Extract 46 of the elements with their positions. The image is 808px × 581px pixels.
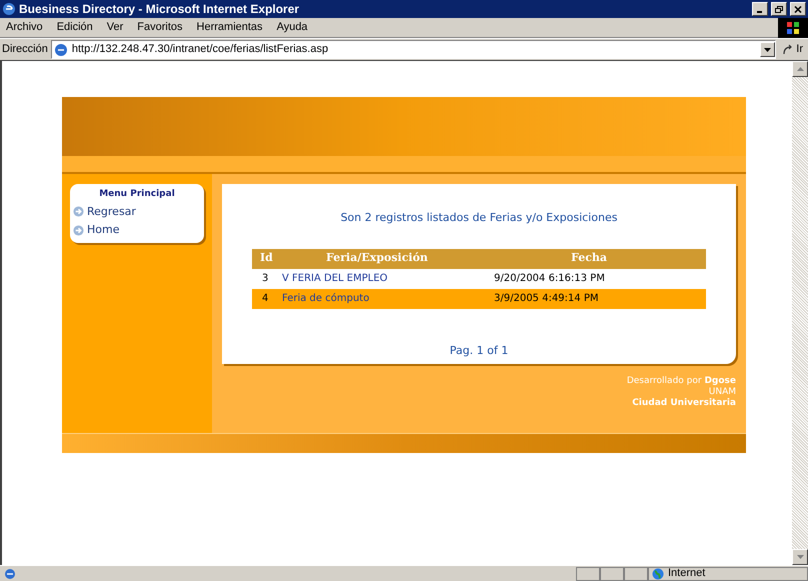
menu-item[interactable]: Favoritos: [137, 19, 183, 36]
menu-title: Menu Principal: [98, 188, 176, 201]
arrow-circle-icon: [73, 224, 84, 236]
menu-item[interactable]: Herramientas: [196, 19, 263, 36]
go-button[interactable]: Ir: [779, 41, 806, 58]
menu-item[interactable]: Ver: [106, 19, 124, 36]
column-header: Id: [259, 250, 274, 266]
footer-text: Ciudad Universitaria: [632, 398, 736, 409]
status-panel: [600, 566, 624, 580]
fair-link[interactable]: V FERIA DEL EMPLEO: [282, 271, 472, 286]
globe-icon: [652, 568, 664, 580]
scroll-down-icon[interactable]: [796, 555, 804, 559]
caret-icon: [764, 48, 772, 52]
column-header: Feria/Exposición: [325, 250, 429, 266]
dropdown-button[interactable]: [760, 42, 776, 57]
scroll-up-icon[interactable]: [796, 67, 804, 71]
arrow-circle-icon: [73, 206, 84, 218]
table-cell-text: 3/9/2005 4:49:14 PM: [493, 292, 600, 306]
menu-item[interactable]: Archivo: [6, 19, 43, 36]
status-panel: [576, 566, 600, 580]
menu-link[interactable]: Home: [73, 222, 201, 238]
window-title: Buesiness Directory - Microsoft Internet Explorer: [19, 1, 300, 18]
menu-item[interactable]: Ayuda: [276, 19, 308, 36]
menu-link[interactable]: Regresar: [73, 204, 201, 220]
summary-text: Son 2 registros listados de Ferias y/o Exposiciones: [340, 210, 618, 226]
restore-button[interactable]: [771, 2, 787, 16]
address-field[interactable]: http://132.248.47.30/intranet/coe/ferias/listFerias.asp: [50, 40, 776, 59]
table-cell-text: 4: [261, 292, 270, 306]
address-label: Dirección: [2, 42, 48, 58]
zone-text: Internet: [668, 566, 706, 581]
table-row[interactable]: 4 Feria de cómputo 3/9/2005 4:49:14 PM: [252, 288, 706, 308]
fair-link[interactable]: Feria de cómputo: [282, 291, 472, 306]
close-icon: [794, 6, 802, 12]
minimize-button[interactable]: [752, 2, 768, 16]
footer-text: Desarrollado por Dgose: [626, 376, 736, 387]
go-arrow-icon: [782, 44, 794, 56]
table-cell-text: 9/20/2004 6:16:13 PM: [493, 272, 606, 286]
restore-icon: [775, 6, 783, 12]
browser-logo-icon: [2, 2, 16, 16]
throbber-logo: [778, 18, 808, 38]
table-cell-text: 3: [261, 272, 270, 286]
column-header: Fecha: [570, 250, 608, 266]
close-button[interactable]: [790, 2, 806, 16]
menu-item[interactable]: Edición: [56, 19, 93, 36]
pagination-text: Pag. 1 of 1: [450, 342, 508, 358]
footer-text: UNAM: [708, 387, 736, 398]
